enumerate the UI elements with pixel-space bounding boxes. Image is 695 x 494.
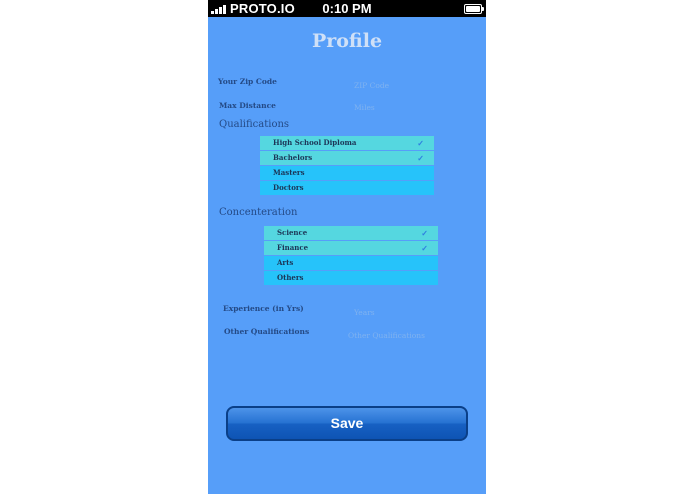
zip-label: Your Zip Code <box>218 77 277 86</box>
save-button[interactable]: Save <box>226 406 468 441</box>
other-qualifications-input[interactable] <box>348 329 468 341</box>
check-icon: ✓ <box>421 243 428 253</box>
list-item-label: Arts <box>277 258 294 267</box>
list-item-label: Doctors <box>273 183 304 192</box>
qualifications-list: High School Diploma ✓ Bachelors ✓ Master… <box>260 136 434 196</box>
page-title: Profile <box>311 30 383 52</box>
concentration-title: Concenteration <box>219 207 298 218</box>
list-item-label: Masters <box>273 168 305 177</box>
qualification-item-bachelors[interactable]: Bachelors ✓ <box>260 151 434 165</box>
zip-input[interactable] <box>354 79 444 91</box>
check-icon: ✓ <box>421 228 428 238</box>
distance-input[interactable] <box>354 101 444 113</box>
list-item-label: Bachelors <box>273 153 313 162</box>
other-qualifications-label: Other Qualifications <box>224 327 310 336</box>
experience-input[interactable] <box>354 306 444 318</box>
status-bar: PROTO.IO 0:10 PM <box>208 0 486 17</box>
concentration-item-arts[interactable]: Arts <box>264 256 438 270</box>
qualification-item-masters[interactable]: Masters <box>260 166 434 180</box>
qualifications-title: Qualifications <box>219 119 290 130</box>
list-item-label: Science <box>277 228 308 237</box>
concentration-list: Science ✓ Finance ✓ Arts Others <box>264 226 438 286</box>
battery-icon <box>464 4 484 14</box>
phone-screen: PROTO.IO 0:10 PM Profile Your Zip Code M… <box>208 0 486 494</box>
qualification-item-doctors[interactable]: Doctors <box>260 181 434 195</box>
distance-label: Max Distance <box>219 101 276 110</box>
concentration-item-science[interactable]: Science ✓ <box>264 226 438 240</box>
check-icon: ✓ <box>417 138 424 148</box>
qualification-item-high-school[interactable]: High School Diploma ✓ <box>260 136 434 150</box>
concentration-item-finance[interactable]: Finance ✓ <box>264 241 438 255</box>
list-item-label: High School Diploma <box>273 138 357 147</box>
list-item-label: Others <box>277 273 304 282</box>
concentration-item-others[interactable]: Others <box>264 271 438 285</box>
check-icon: ✓ <box>417 153 424 163</box>
experience-label: Experience (in Yrs) <box>223 304 304 313</box>
list-item-label: Finance <box>277 243 309 252</box>
status-time: 0:10 PM <box>322 1 372 16</box>
